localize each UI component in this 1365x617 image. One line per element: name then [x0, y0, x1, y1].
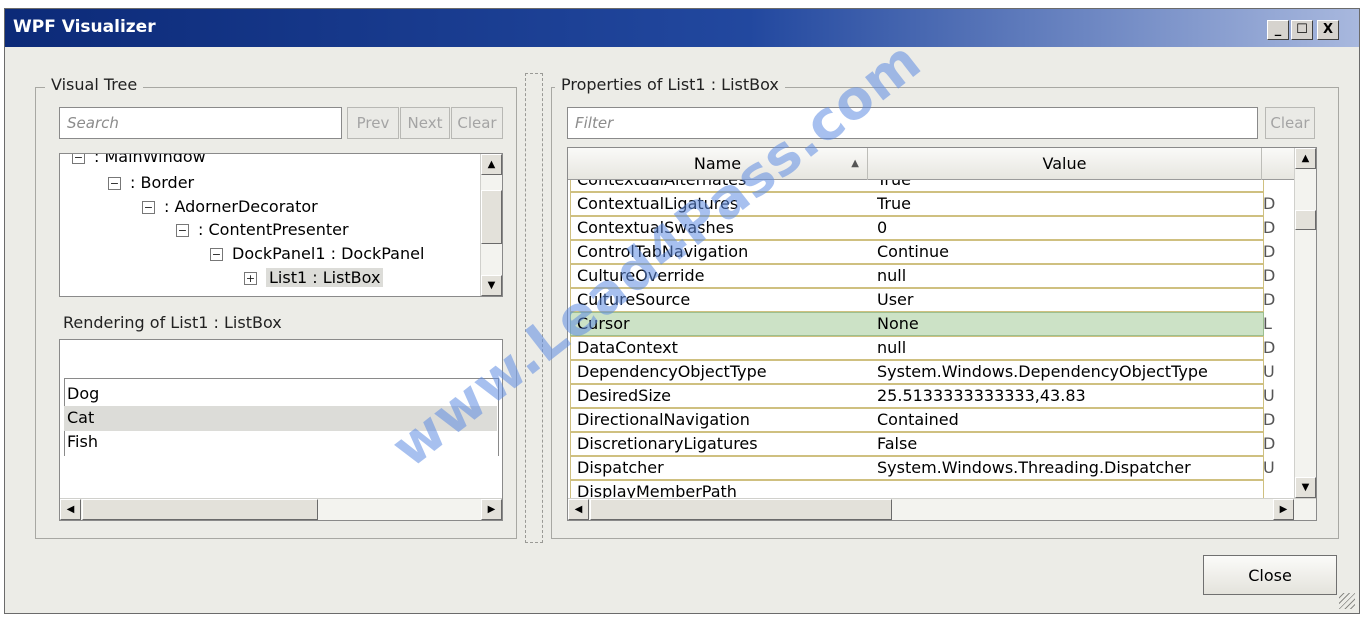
prev-button[interactable]: Prev: [347, 107, 399, 139]
scroll-left-icon[interactable]: ◀: [60, 499, 81, 520]
tree-node-border[interactable]: −: Border: [108, 173, 194, 192]
title-bar[interactable]: WPF Visualizer _ ☐ X: [5, 9, 1359, 47]
list-item: Cat: [64, 406, 497, 431]
next-button[interactable]: Next: [400, 107, 450, 139]
property-row[interactable]: ContextualLigatures True D: [570, 192, 1275, 216]
collapse-icon[interactable]: −: [72, 154, 85, 164]
property-row[interactable]: DiscretionaryLigatures False D: [570, 432, 1275, 456]
collapse-icon[interactable]: −: [210, 248, 223, 261]
filter-input[interactable]: [568, 108, 1257, 138]
scroll-up-icon[interactable]: ▲: [1295, 148, 1316, 169]
panel-splitter[interactable]: [525, 73, 543, 543]
wpf-visualizer-window: WPF Visualizer _ ☐ X Visual Tree Prev Ne…: [4, 8, 1360, 614]
property-row[interactable]: Dispatcher System.Windows.Threading.Disp…: [570, 456, 1275, 480]
properties-grid[interactable]: Name ▲ Value ContextualAlternates True C…: [567, 147, 1317, 521]
collapse-icon[interactable]: −: [176, 224, 189, 237]
scroll-up-icon[interactable]: ▲: [481, 154, 502, 175]
collapse-icon[interactable]: −: [142, 201, 155, 214]
rendering-horizontal-scrollbar[interactable]: ◀ ▶: [60, 498, 502, 520]
property-row[interactable]: ContextualSwashes 0 D: [570, 216, 1275, 240]
property-row[interactable]: DirectionalNavigation Contained D: [570, 408, 1275, 432]
close-window-button[interactable]: X: [1317, 20, 1339, 40]
property-row[interactable]: DisplayMemberPath: [570, 480, 1264, 498]
scroll-down-icon[interactable]: ▼: [1295, 477, 1316, 498]
filter-field[interactable]: [567, 107, 1258, 139]
tree-node-adornerdecorator[interactable]: −: AdornerDecorator: [142, 197, 318, 216]
search-input[interactable]: [60, 108, 341, 138]
property-row[interactable]: DependencyObjectType System.Windows.Depe…: [570, 360, 1275, 384]
value-column-header[interactable]: Value: [868, 148, 1262, 180]
resize-grip-icon[interactable]: [1339, 593, 1355, 609]
extra-column-header[interactable]: [1262, 148, 1294, 180]
property-row[interactable]: DesiredSize 25.5133333333333,43.83 U: [570, 384, 1275, 408]
clear-filter-button[interactable]: Clear: [1265, 107, 1315, 139]
property-row[interactable]: ControlTabNavigation Continue D: [570, 240, 1275, 264]
maximize-button[interactable]: ☐: [1291, 20, 1313, 40]
tree-node-list1[interactable]: + List1 : ListBox: [244, 268, 384, 287]
tree-node-dockpanel1[interactable]: − DockPanel1 : DockPanel: [210, 244, 424, 263]
name-column-header[interactable]: Name ▲: [568, 148, 868, 180]
expand-icon[interactable]: +: [244, 272, 257, 285]
scrollbar-thumb[interactable]: [481, 190, 502, 244]
search-field[interactable]: [59, 107, 342, 139]
minimize-button[interactable]: _: [1267, 20, 1289, 40]
property-row[interactable]: CultureOverride null D: [570, 264, 1275, 288]
grid-horizontal-scrollbar[interactable]: ◀ ▶: [568, 498, 1316, 520]
property-row[interactable]: CultureSource User D: [570, 288, 1275, 312]
list-item: Dog: [67, 384, 100, 403]
window-title: WPF Visualizer: [13, 17, 156, 37]
tree-vertical-scrollbar[interactable]: ▲ ▼: [480, 154, 502, 296]
tree-node-mainwindow[interactable]: −: MainWindow: [72, 154, 206, 166]
grid-rows: ContextualAlternates True ContextualLiga…: [568, 180, 1294, 498]
scrollbar-thumb[interactable]: [1295, 210, 1316, 230]
property-row[interactable]: DataContext null D: [570, 336, 1275, 360]
list-item: Fish: [67, 432, 98, 451]
property-row[interactable]: ContextualAlternates True: [570, 180, 1264, 192]
sort-ascending-icon: ▲: [851, 158, 859, 169]
visual-tree-label: Visual Tree: [45, 75, 144, 94]
rendering-label: Rendering of List1 : ListBox: [63, 313, 282, 332]
grid-vertical-scrollbar[interactable]: ▲ ▼: [1294, 148, 1316, 498]
grid-header: Name ▲ Value: [568, 148, 1294, 180]
collapse-icon[interactable]: −: [108, 177, 121, 190]
clear-search-button[interactable]: Clear: [451, 107, 503, 139]
scrollbar-thumb[interactable]: [82, 499, 318, 520]
scroll-down-icon[interactable]: ▼: [481, 275, 502, 296]
tree-node-contentpresenter[interactable]: −: ContentPresenter: [176, 220, 349, 239]
visual-tree-view[interactable]: −: MainWindow −: Border −: AdornerDecora…: [59, 153, 503, 297]
scroll-left-icon[interactable]: ◀: [568, 499, 589, 520]
rendering-preview: Dog Cat Fish ◀ ▶: [59, 339, 503, 521]
scroll-right-icon[interactable]: ▶: [1273, 499, 1294, 520]
property-row-selected[interactable]: Cursor None L: [570, 312, 1272, 336]
scrollbar-thumb[interactable]: [590, 499, 892, 520]
properties-label: Properties of List1 : ListBox: [555, 75, 785, 94]
close-button[interactable]: Close: [1203, 555, 1337, 595]
scroll-right-icon[interactable]: ▶: [481, 499, 502, 520]
